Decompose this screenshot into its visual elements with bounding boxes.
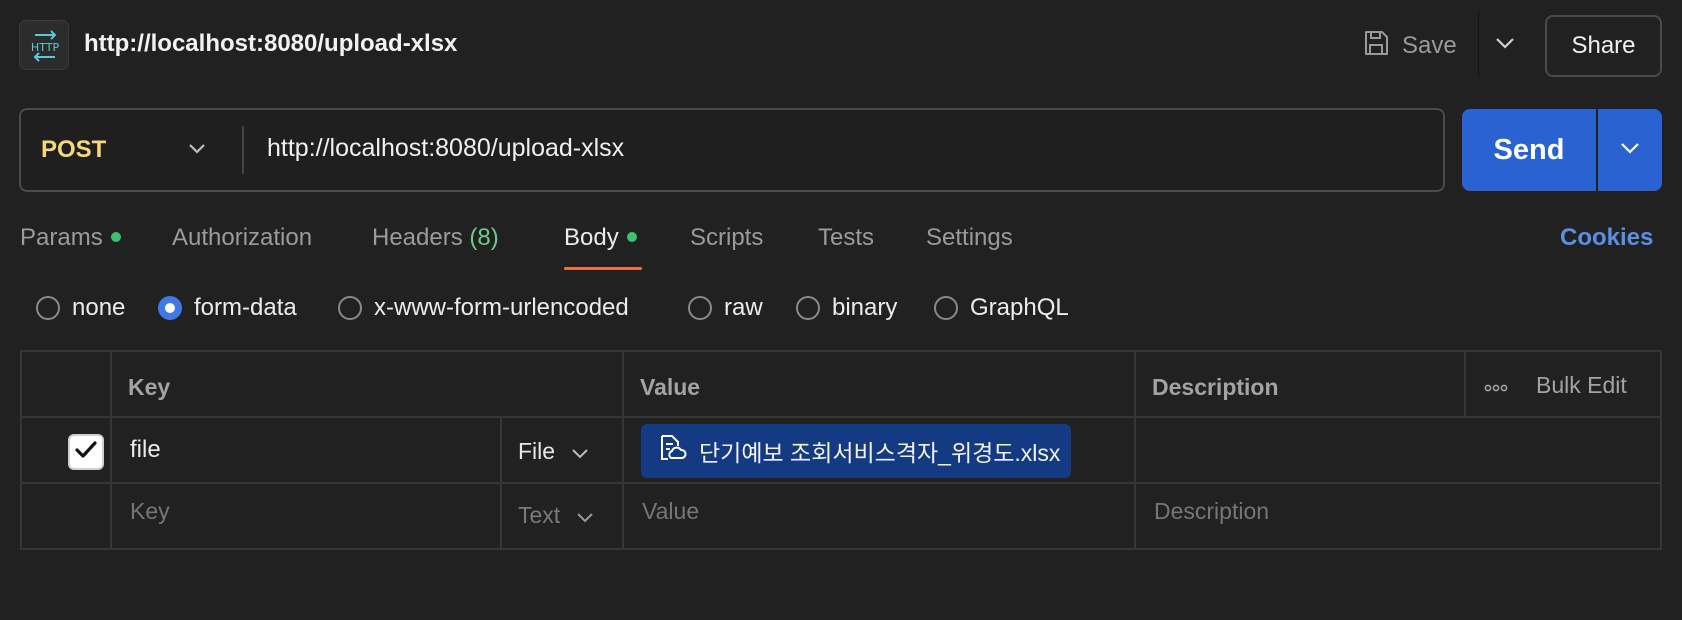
http-request-icon: HTTP	[19, 20, 69, 70]
body-type-binary[interactable]: binary	[796, 294, 897, 322]
tab-label: Body	[564, 224, 619, 251]
divider	[1134, 352, 1136, 548]
radio-button[interactable]	[36, 296, 60, 320]
tab-label: Tests	[818, 224, 875, 251]
tab-params[interactable]: Params	[20, 224, 121, 252]
url-bar: POST http://localhost:8080/upload-xlsx	[19, 108, 1445, 192]
save-button[interactable]: Save	[1362, 24, 1457, 68]
status-dot	[110, 231, 121, 242]
tab-scripts[interactable]: Scripts	[690, 224, 763, 252]
body-type-raw[interactable]: raw	[688, 294, 763, 322]
chevron-down-icon	[1495, 36, 1515, 54]
tab-label: Headers	[372, 224, 463, 251]
svg-text:HTTP: HTTP	[31, 41, 60, 54]
send-options-button[interactable]	[1598, 109, 1662, 191]
radio-label: none	[72, 294, 126, 321]
share-button[interactable]: Share	[1545, 15, 1662, 77]
radio-button[interactable]	[338, 296, 362, 320]
chevron-down-icon	[1620, 141, 1640, 159]
radio-label: x-www-form-urlencoded	[374, 294, 629, 321]
column-header-key: Key	[128, 374, 171, 400]
save-label: Save	[1402, 32, 1457, 59]
save-options-button[interactable]	[1490, 28, 1520, 62]
form-data-table: Key Value Description Bulk Edit file Fil…	[20, 350, 1662, 550]
tab-settings[interactable]: Settings	[926, 224, 1013, 252]
divider	[1464, 352, 1466, 416]
column-header-description: Description	[1152, 374, 1279, 400]
request-title[interactable]: http://localhost:8080/upload-xlsx	[84, 30, 457, 58]
tab-label: Scripts	[690, 224, 764, 251]
url-input[interactable]: http://localhost:8080/upload-xlsx	[267, 134, 624, 163]
new-description-input[interactable]: Description	[1154, 498, 1269, 525]
divider	[22, 416, 1660, 418]
checkmark-icon	[74, 440, 98, 465]
column-header-value: Value	[640, 374, 701, 400]
new-value-input[interactable]: Value	[642, 498, 699, 525]
method-select[interactable]: POST	[41, 136, 106, 164]
body-type-none[interactable]: none	[36, 294, 125, 322]
radio-button[interactable]	[688, 296, 712, 320]
chevron-down-icon	[576, 502, 594, 529]
tab-label: Authorization	[172, 224, 313, 251]
tab-count: (8)	[469, 224, 499, 251]
type-label: File	[518, 438, 556, 464]
chevron-down-icon	[187, 144, 207, 168]
divider	[1478, 12, 1479, 76]
new-key-input[interactable]: Key	[130, 498, 170, 525]
radio-label: binary	[832, 294, 898, 321]
request-header: HTTP http://localhost:8080/upload-xlsx S…	[0, 0, 1682, 92]
tab-authorization[interactable]: Authorization	[172, 224, 312, 252]
tab-label: Params	[20, 224, 103, 251]
row-key-input[interactable]: file	[130, 436, 161, 464]
file-document-icon	[657, 433, 687, 469]
radio-button[interactable]	[796, 296, 820, 320]
tab-tests[interactable]: Tests	[818, 224, 874, 252]
radio-label: raw	[724, 294, 763, 321]
method-dropdown-button[interactable]	[187, 134, 207, 169]
cookies-link[interactable]: Cookies	[1560, 224, 1653, 252]
divider	[242, 126, 244, 174]
file-chip[interactable]: 단기예보 조회서비스격자_위경도.xlsx	[641, 424, 1071, 478]
row-enabled-checkbox[interactable]	[68, 434, 104, 470]
chevron-down-icon	[571, 438, 589, 465]
radio-label: GraphQL	[970, 294, 1069, 321]
radio-button[interactable]	[934, 296, 958, 320]
divider	[22, 482, 1660, 484]
key-type-select[interactable]: Text	[518, 502, 594, 529]
type-label: Text	[518, 502, 561, 528]
divider	[110, 352, 112, 548]
send-button[interactable]: Send	[1462, 109, 1596, 191]
body-type-urlencoded[interactable]: x-www-form-urlencoded	[338, 294, 629, 322]
radio-label: form-data	[194, 294, 297, 321]
divider	[622, 352, 624, 548]
tab-label: Settings	[926, 224, 1013, 251]
body-type-graphql[interactable]: GraphQL	[934, 294, 1069, 322]
status-dot	[626, 231, 637, 242]
active-tab-indicator	[564, 267, 642, 270]
key-type-select[interactable]: File	[518, 438, 589, 465]
save-icon	[1362, 29, 1390, 64]
tab-body[interactable]: Body	[564, 224, 637, 252]
tab-headers[interactable]: Headers (8)	[372, 224, 499, 252]
body-type-form-data[interactable]: form-data	[158, 294, 297, 322]
more-options-icon[interactable]	[1484, 380, 1508, 398]
radio-button[interactable]	[158, 296, 182, 320]
bulk-edit-button[interactable]: Bulk Edit	[1536, 372, 1627, 399]
file-name: 단기예보 조회서비스격자_위경도.xlsx	[699, 440, 1061, 466]
